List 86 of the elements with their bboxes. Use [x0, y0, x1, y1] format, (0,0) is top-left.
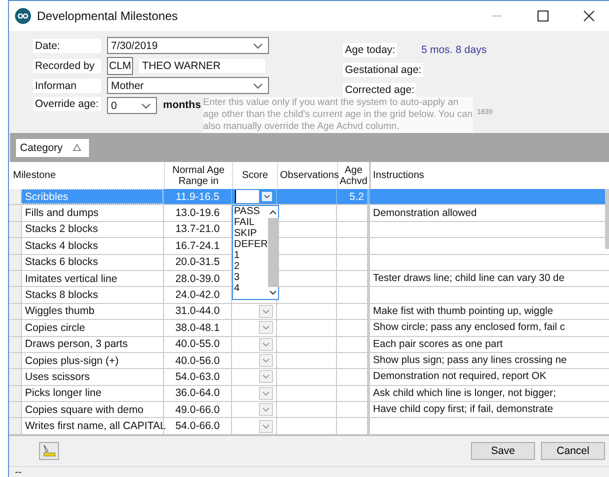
dropdown-option[interactable]: SKIP	[234, 228, 268, 239]
table-cell: Picks longer line	[21, 386, 163, 402]
table-cell: 24.0-42.0	[163, 287, 231, 303]
close-icon[interactable]	[583, 10, 595, 22]
category-group-chip[interactable]: Category	[16, 138, 89, 156]
recorder-code-field[interactable]: CLM	[107, 56, 134, 74]
table-cell: Stacks 2 blocks	[21, 222, 163, 238]
dialog-button[interactable]: Save	[471, 442, 535, 460]
table-cell: Scribbles	[21, 189, 163, 204]
table-cell: Imitates vertical line	[21, 270, 163, 286]
table-cell: 13.7-21.0	[163, 222, 231, 238]
override-age-label: Override age:	[33, 97, 101, 111]
window-title: Developmental Milestones	[37, 9, 178, 23]
table-row[interactable]: Wiggles thumb 31.0-44.0 Make fist with thumb pointing up, wiggle	[9, 304, 609, 320]
table-cell: 13.0-19.6	[163, 205, 231, 221]
informant-label: Informan	[33, 78, 101, 92]
table-cell: Show circle; pass any enclosed form, fail c	[369, 320, 609, 336]
age-today-label: Age today:	[343, 43, 398, 57]
table-cell: 49.0-66.0	[163, 402, 231, 418]
gestational-age-label: Gestational age:	[343, 63, 424, 77]
table-cell: Copies square with demo	[21, 402, 163, 418]
dropdown-option[interactable]: PASS	[234, 206, 268, 217]
table-row[interactable]: Copies circle 38.0-48.1 Show circle; pass any enclosed form, fail c	[9, 320, 609, 337]
table-cell: Stacks 8 blocks	[21, 287, 163, 303]
override-age-dropdown[interactable]: 0	[107, 97, 157, 114]
table-row[interactable]: Writes first name, all CAPITAL 54.0-66.0	[9, 418, 609, 435]
override-hint-text: Enter this value only if you want the system to auto-apply an age other than the child's current age in the grid below. You can also manually override the Age Achvd column.	[203, 97, 473, 133]
score-dropdown-list[interactable]: PASS FAIL SKIP DEFER 1 2 3 4	[232, 205, 279, 300]
status-text: --	[15, 467, 22, 477]
table-cell: Copies circle	[21, 320, 163, 336]
table-cell: Copies plus-sign (+)	[21, 352, 163, 368]
dropdown-option[interactable]: 3	[234, 272, 268, 283]
table-cell: Fills and dumps	[21, 205, 163, 221]
table-cell: Stacks 4 blocks	[21, 238, 163, 254]
app-logo-icon	[15, 8, 31, 24]
chevron-down-icon[interactable]	[253, 42, 263, 48]
table-cell: 28.0-39.0	[163, 270, 231, 286]
table-cell: 16.7-24.1	[163, 238, 231, 254]
dropdown-option[interactable]: 2	[234, 261, 268, 272]
table-cell: Writes first name, all CAPITAL	[21, 418, 163, 434]
date-dropdown[interactable]: 7/30/2019	[107, 37, 269, 54]
sort-icon	[72, 144, 81, 151]
table-row[interactable]: Uses scissors 54.0-63.0 Demonstration not required, report OK	[9, 369, 609, 386]
table-cell: 40.0-55.0	[163, 336, 231, 352]
table-cell: Wiggles thumb	[21, 304, 163, 320]
table-cell: 31.0-44.0	[163, 304, 231, 320]
table-cell: 54.0-63.0	[163, 369, 231, 385]
age-today-value: 5 mos. 8 days	[421, 44, 487, 56]
table-cell: Stacks 6 blocks	[21, 254, 163, 270]
table-cell: Ask child which line is longer, not bigger;	[369, 386, 609, 402]
table-cell: Have child copy first; if fail, demonstrate	[369, 402, 609, 418]
table-cell: 20.0-31.5	[163, 254, 231, 270]
recorded-by-label: Recorded by	[33, 58, 101, 72]
column-header[interactable]: Instructions	[371, 162, 609, 189]
table-cell: 54.0-66.0	[163, 418, 231, 434]
recorder-name-field: THEO WARNER	[139, 58, 266, 72]
table-cell: 5.2	[336, 189, 369, 204]
months-label: months	[163, 98, 201, 111]
grid-scrollbar[interactable]	[605, 189, 609, 249]
table-cell: Tester draws line; child line can vary 30 de	[369, 270, 609, 286]
table-cell: 38.0-48.1	[163, 320, 231, 336]
table-cell: Make fist with thumb pointing up, wiggle	[369, 304, 609, 320]
table-row[interactable]: Picks longer line 36.0-64.0 Ask child which line is longer, not bigger;	[9, 386, 609, 402]
score-input[interactable]	[235, 190, 260, 204]
table-cell: 36.0-64.0	[163, 386, 231, 402]
table-row[interactable]: Copies plus-sign (+) 40.0-56.0 Show plus sign; pass any lines crossing ne	[9, 352, 609, 370]
date-label: Date:	[33, 38, 101, 52]
table-cell: 40.0-56.0	[163, 352, 231, 368]
chevron-down-icon[interactable]	[141, 102, 151, 108]
table-cell: Each pair scores as one part	[369, 336, 609, 352]
maximize-icon[interactable]	[537, 10, 549, 22]
informant-dropdown[interactable]: Mother	[107, 77, 269, 94]
dropdown-option[interactable]: DEFER	[234, 239, 268, 250]
table-cell: Uses scissors	[21, 369, 163, 385]
table-cell: Show plus sign; pass any lines crossing ne	[369, 352, 609, 368]
table-cell: 11.9-16.5	[163, 189, 231, 204]
chevron-down-icon[interactable]	[253, 82, 263, 88]
dialog-button[interactable]: Cancel	[541, 442, 605, 460]
table-cell: Demonstration not required, report OK	[369, 369, 609, 385]
chevron-up-icon[interactable]	[269, 209, 278, 215]
chevron-down-icon[interactable]	[269, 290, 278, 296]
edit-icon[interactable]	[39, 442, 59, 460]
table-row[interactable]: Copies square with demo 49.0-66.0 Have child copy first; if fail, demonstrate	[9, 402, 609, 418]
table-cell: Draws person, 3 parts	[21, 336, 163, 352]
table-row[interactable]: Draws person, 3 parts 40.0-55.0 Each pair scores as one part	[9, 336, 609, 353]
corrected-age-label: Corrected age:	[343, 83, 416, 97]
